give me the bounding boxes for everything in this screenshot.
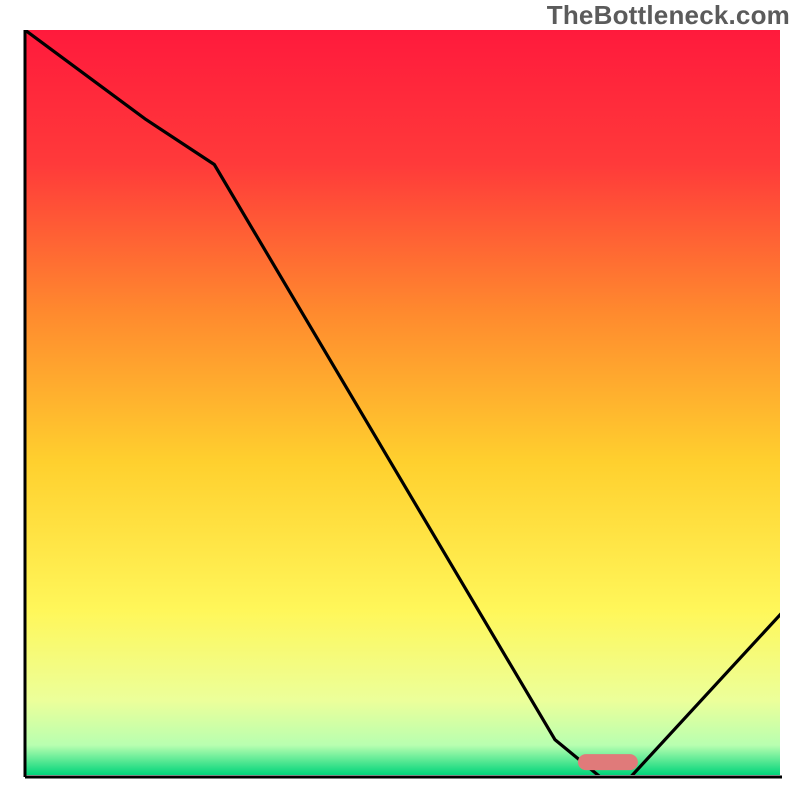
annotation-pill [578,754,638,770]
chart-svg [0,0,800,800]
bottleneck-chart: TheBottleneck.com [0,0,800,800]
gradient-background [25,30,780,775]
